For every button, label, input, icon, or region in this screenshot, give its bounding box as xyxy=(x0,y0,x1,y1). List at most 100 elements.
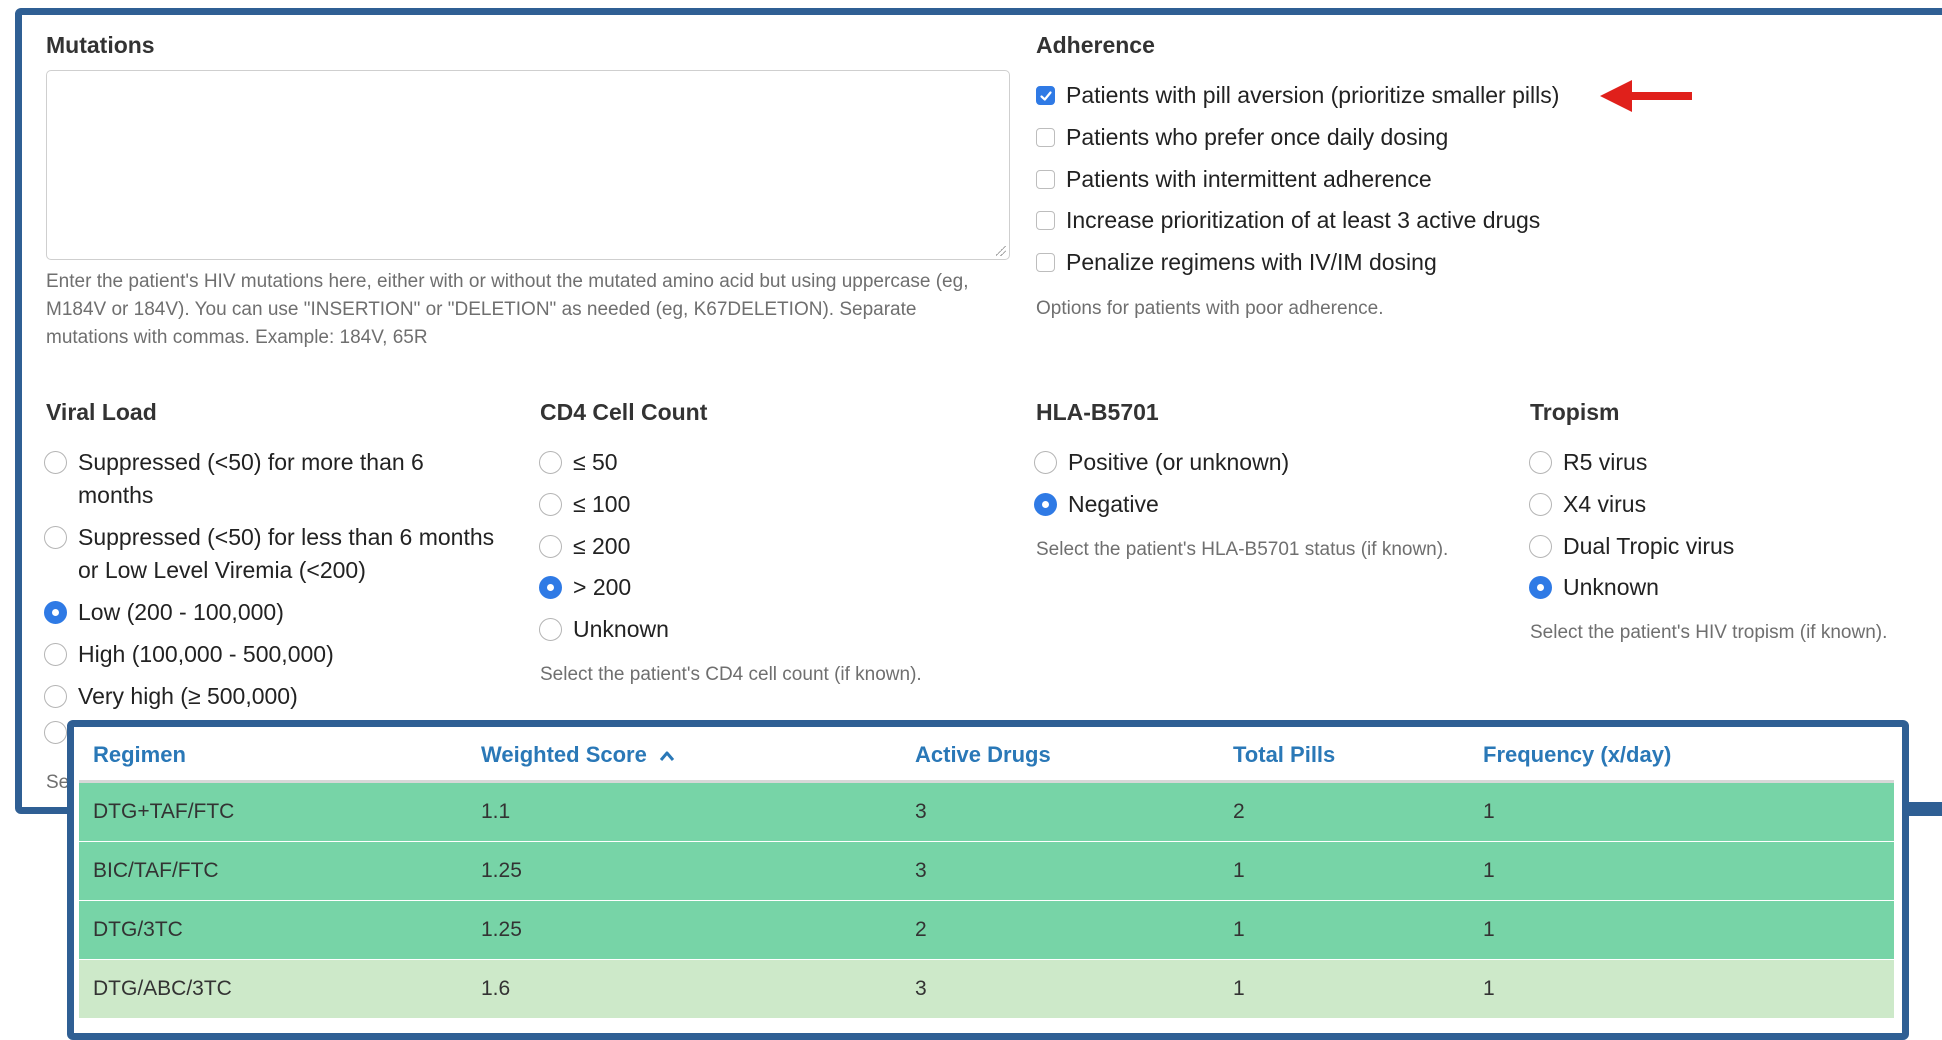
adherence-option-once-daily[interactable]: Patients who prefer once daily dosing xyxy=(1036,121,1448,154)
checkbox[interactable] xyxy=(1036,128,1055,147)
radio-button[interactable] xyxy=(539,493,562,516)
radio-button[interactable] xyxy=(44,721,67,744)
cd4-help-text: Select the patient's CD4 cell count (if … xyxy=(540,664,922,685)
radio-button[interactable] xyxy=(44,526,67,549)
radio-button[interactable] xyxy=(44,643,67,666)
viral-load-option-label: Suppressed (<50) for less than 6 months … xyxy=(78,524,495,583)
tropism-option-label: Dual Tropic virus xyxy=(1563,533,1735,559)
tropism-option-x4[interactable]: X4 virus xyxy=(1529,488,1646,521)
total-pills-cell: 1 xyxy=(1233,977,1245,1000)
radio-button-selected[interactable] xyxy=(1529,576,1552,599)
frequency-cell: 1 xyxy=(1483,977,1495,1000)
cd4-option-label: > 200 xyxy=(573,574,632,600)
column-header-total-pills[interactable]: Total Pills xyxy=(1219,742,1469,768)
viral-load-option-label: Low (200 - 100,000) xyxy=(78,599,284,625)
column-header-active-drugs[interactable]: Active Drugs xyxy=(901,742,1219,768)
column-header-frequency[interactable]: Frequency (x/day) xyxy=(1469,742,1894,768)
tropism-option-unknown[interactable]: Unknown xyxy=(1529,571,1659,604)
total-pills-cell: 2 xyxy=(1233,800,1245,823)
viral-load-title: Viral Load xyxy=(46,399,157,425)
radio-button[interactable] xyxy=(1529,451,1552,474)
adherence-option-label: Patients who prefer once daily dosing xyxy=(1066,124,1449,150)
hla-option-label: Negative xyxy=(1068,491,1159,517)
viral-load-option-high[interactable]: High (100,000 - 500,000) xyxy=(44,638,334,671)
panel-frame-edge xyxy=(1906,802,1942,816)
checkmark-icon xyxy=(1039,90,1052,101)
regimen-cell: DTG+TAF/FTC xyxy=(93,800,235,823)
column-header-weighted-score[interactable]: Weighted Score xyxy=(467,742,901,768)
weighted-score-cell: 1.25 xyxy=(481,859,522,882)
regimen-cell: BIC/TAF/FTC xyxy=(93,859,219,882)
table-row[interactable]: BIC/TAF/FTC 1.25 3 1 1 xyxy=(79,842,1894,901)
column-header-regimen[interactable]: Regimen xyxy=(79,742,467,768)
cd4-option-label: ≤ 200 xyxy=(573,533,631,559)
cd4-option-label: ≤ 50 xyxy=(573,449,618,475)
cd4-option-50[interactable]: ≤ 50 xyxy=(539,446,618,479)
viral-load-option-low[interactable]: Low (200 - 100,000) xyxy=(44,596,284,629)
active-drugs-cell: 3 xyxy=(915,800,927,823)
viral-load-option-very-high[interactable]: Very high (≥ 500,000) xyxy=(44,680,298,713)
radio-button[interactable] xyxy=(539,618,562,641)
hla-option-positive[interactable]: Positive (or unknown) xyxy=(1034,446,1289,479)
adherence-option-three-active[interactable]: Increase prioritization of at least 3 ac… xyxy=(1036,204,1540,237)
cd4-option-label: Unknown xyxy=(573,616,669,642)
radio-button[interactable] xyxy=(44,685,67,708)
radio-button[interactable] xyxy=(1034,451,1057,474)
checkbox[interactable] xyxy=(1036,253,1055,272)
mutations-title: Mutations xyxy=(46,32,155,58)
checkbox-checked[interactable] xyxy=(1036,86,1055,105)
adherence-option-label: Patients with pill aversion (prioritize … xyxy=(1066,82,1560,108)
active-drugs-cell: 3 xyxy=(915,977,927,1000)
radio-button-selected[interactable] xyxy=(1034,493,1057,516)
results-table: Regimen Weighted Score Active Drugs Tota… xyxy=(79,730,1894,1019)
cd4-title: CD4 Cell Count xyxy=(540,399,708,425)
radio-button[interactable] xyxy=(1529,493,1552,516)
cd4-option-unknown[interactable]: Unknown xyxy=(539,613,669,646)
cd4-option-100[interactable]: ≤ 100 xyxy=(539,488,630,521)
total-pills-cell: 1 xyxy=(1233,859,1245,882)
radio-button-selected[interactable] xyxy=(44,601,67,624)
viral-load-option-suppressed-short[interactable]: Suppressed (<50) for less than 6 months … xyxy=(44,521,514,587)
tropism-help-text: Select the patient's HIV tropism (if kno… xyxy=(1530,622,1888,643)
radio-button[interactable] xyxy=(44,451,67,474)
cd4-option-over-200[interactable]: > 200 xyxy=(539,571,631,604)
sort-ascending-icon xyxy=(659,751,675,761)
tropism-option-dual[interactable]: Dual Tropic virus xyxy=(1529,530,1734,563)
tropism-option-label: Unknown xyxy=(1563,574,1659,600)
hla-option-negative[interactable]: Negative xyxy=(1034,488,1159,521)
viral-load-help-text: Se xyxy=(46,772,70,793)
checkbox[interactable] xyxy=(1036,170,1055,189)
adherence-option-pill-aversion[interactable]: Patients with pill aversion (prioritize … xyxy=(1036,79,1559,112)
regimen-cell: DTG/3TC xyxy=(93,918,183,941)
regimen-cell: DTG/ABC/3TC xyxy=(93,977,232,1000)
radio-button[interactable] xyxy=(539,451,562,474)
adherence-option-label: Increase prioritization of at least 3 ac… xyxy=(1066,207,1541,233)
radio-button[interactable] xyxy=(539,535,562,558)
radio-button[interactable] xyxy=(1529,535,1552,558)
hla-option-label: Positive (or unknown) xyxy=(1068,449,1290,475)
table-row[interactable]: DTG+TAF/FTC 1.1 3 2 1 xyxy=(79,783,1894,842)
hla-title: HLA-B5701 xyxy=(1036,399,1159,425)
table-row[interactable]: DTG/ABC/3TC 1.6 3 1 1 xyxy=(79,960,1894,1019)
radio-button-selected[interactable] xyxy=(539,576,562,599)
frequency-cell: 1 xyxy=(1483,918,1495,941)
adherence-option-iv-im[interactable]: Penalize regimens with IV/IM dosing xyxy=(1036,246,1437,279)
table-row[interactable]: DTG/3TC 1.25 2 1 1 xyxy=(79,901,1894,960)
checkbox[interactable] xyxy=(1036,211,1055,230)
mutations-help-text: Enter the patient's HIV mutations here, … xyxy=(46,271,969,348)
cd4-option-label: ≤ 100 xyxy=(573,491,631,517)
adherence-option-intermittent[interactable]: Patients with intermittent adherence xyxy=(1036,163,1432,196)
viral-load-option-label: Suppressed (<50) for more than 6 months xyxy=(78,449,424,508)
mutations-textarea[interactable] xyxy=(46,70,1010,260)
viral-load-option-label: High (100,000 - 500,000) xyxy=(78,641,334,667)
adherence-help-text: Options for patients with poor adherence… xyxy=(1036,298,1384,319)
adherence-option-label: Penalize regimens with IV/IM dosing xyxy=(1066,249,1437,275)
weighted-score-cell: 1.25 xyxy=(481,918,522,941)
viral-load-option-suppressed-long[interactable]: Suppressed (<50) for more than 6 months xyxy=(44,446,514,512)
frequency-cell: 1 xyxy=(1483,859,1495,882)
tropism-option-label: X4 virus xyxy=(1563,491,1647,517)
red-arrow-icon xyxy=(1600,80,1692,112)
tropism-option-r5[interactable]: R5 virus xyxy=(1529,446,1647,479)
table-header-row: Regimen Weighted Score Active Drugs Tota… xyxy=(79,730,1894,783)
cd4-option-200[interactable]: ≤ 200 xyxy=(539,530,630,563)
